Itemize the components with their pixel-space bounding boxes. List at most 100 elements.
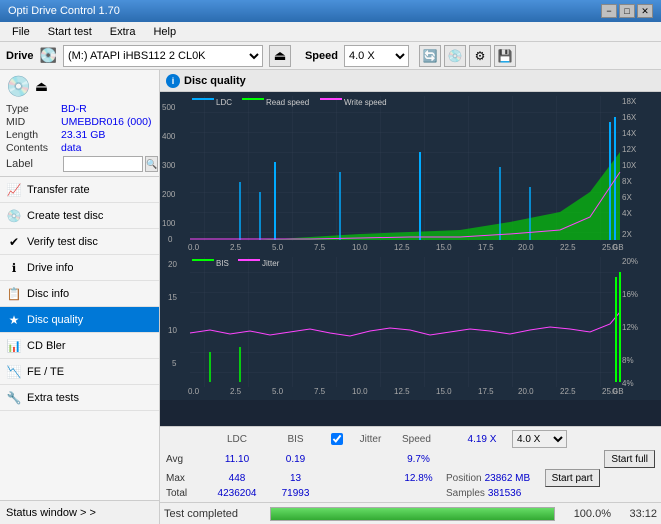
- drive-info-label: Drive info: [27, 262, 73, 274]
- svg-text:7.5: 7.5: [314, 243, 326, 252]
- svg-text:8X: 8X: [622, 177, 632, 186]
- settings-button[interactable]: ⚙: [469, 45, 491, 67]
- sidebar-item-fe-te[interactable]: 📉 FE / TE: [0, 359, 159, 385]
- jitter-col-header: Jitter: [343, 434, 398, 445]
- svg-text:2.5: 2.5: [230, 243, 242, 252]
- eject-button[interactable]: ⏏: [269, 45, 291, 67]
- close-button[interactable]: ✕: [637, 4, 653, 18]
- svg-text:20: 20: [168, 260, 177, 269]
- total-ldc: 4236204: [206, 488, 268, 499]
- drive-icon: 💽: [40, 47, 57, 64]
- label-input[interactable]: [63, 156, 143, 172]
- menu-start-test[interactable]: Start test: [40, 24, 100, 40]
- maximize-button[interactable]: □: [619, 4, 635, 18]
- svg-text:16X: 16X: [622, 113, 637, 122]
- stats-bar: LDC BIS Jitter Speed 4.19 X 4.0 X Avg 11…: [160, 426, 661, 502]
- svg-text:BIS: BIS: [216, 259, 229, 268]
- length-value: 23.31 GB: [61, 129, 105, 141]
- contents-value: data: [61, 142, 81, 154]
- svg-text:12%: 12%: [622, 323, 638, 332]
- speed-dropdown[interactable]: 4.0 X: [512, 430, 567, 448]
- svg-text:0: 0: [168, 235, 173, 244]
- create-test-disc-icon: 💿: [6, 208, 22, 224]
- disc-quality-label: Disc quality: [27, 314, 83, 326]
- save-button[interactable]: 💾: [494, 45, 516, 67]
- speed-select[interactable]: 4.0 X: [344, 45, 409, 67]
- start-part-button[interactable]: Start part: [545, 469, 600, 487]
- max-bis: 13: [268, 473, 323, 484]
- max-label: Max: [166, 473, 206, 484]
- drive-action-icons: 🔄 💿 ⚙ 💾: [419, 45, 516, 67]
- svg-text:5.0: 5.0: [272, 243, 284, 252]
- start-full-button[interactable]: Start full: [604, 450, 655, 468]
- sidebar-item-cd-bler[interactable]: 📊 CD Bler: [0, 333, 159, 359]
- contents-label: Contents: [6, 142, 61, 154]
- svg-text:0.0: 0.0: [188, 243, 200, 252]
- nav-list: 📈 Transfer rate 💿 Create test disc ✔ Ver…: [0, 177, 159, 411]
- svg-text:Write speed: Write speed: [344, 98, 387, 107]
- progress-bar-fill: [271, 508, 554, 520]
- refresh-button[interactable]: 🔄: [419, 45, 441, 67]
- menu-extra[interactable]: Extra: [102, 24, 144, 40]
- jitter-checkbox[interactable]: [331, 433, 343, 445]
- drive-info-icon: ℹ: [6, 260, 22, 276]
- length-label: Length: [6, 129, 61, 141]
- avg-label: Avg: [166, 454, 206, 465]
- svg-text:LDC: LDC: [216, 98, 232, 107]
- minimize-button[interactable]: −: [601, 4, 617, 18]
- disc-image-icon: 💿: [6, 74, 31, 99]
- bis-col-header: BIS: [268, 434, 323, 445]
- fe-te-label: FE / TE: [27, 366, 64, 378]
- mid-value: UMEBDR016 (000): [61, 116, 151, 128]
- sidebar-item-transfer-rate[interactable]: 📈 Transfer rate: [0, 177, 159, 203]
- mid-label: MID: [6, 116, 61, 128]
- drive-select[interactable]: (M:) ATAPI iHBS112 2 CL0K: [63, 45, 263, 67]
- sidebar-item-drive-info[interactable]: ℹ Drive info: [0, 255, 159, 281]
- sidebar-item-extra-tests[interactable]: 🔧 Extra tests: [0, 385, 159, 411]
- disc-eject-btn[interactable]: ⏏: [35, 78, 48, 95]
- cd-bler-icon: 📊: [6, 338, 22, 354]
- disc-info-icon: 📋: [6, 286, 22, 302]
- samples-label: Samples: [446, 488, 485, 499]
- panel-icon: i: [166, 74, 180, 88]
- type-label: Type: [6, 103, 61, 115]
- sidebar-item-create-test-disc[interactable]: 💿 Create test disc: [0, 203, 159, 229]
- disc-button[interactable]: 💿: [444, 45, 466, 67]
- speed-label: Speed: [305, 50, 338, 62]
- menu-help[interactable]: Help: [145, 24, 184, 40]
- svg-text:GB: GB: [612, 387, 624, 396]
- sidebar: 💿 ⏏ Type BD-R MID UMEBDR016 (000) Length…: [0, 70, 160, 524]
- menu-file[interactable]: File: [4, 24, 38, 40]
- sidebar-item-disc-quality[interactable]: ★ Disc quality: [0, 307, 159, 333]
- sidebar-item-disc-info[interactable]: 📋 Disc info: [0, 281, 159, 307]
- svg-text:17.5: 17.5: [478, 243, 494, 252]
- fe-te-icon: 📉: [6, 364, 22, 380]
- status-window-button[interactable]: Status window > >: [0, 500, 159, 524]
- avg-ldc: 11.10: [206, 454, 268, 465]
- elapsed-time: 33:12: [617, 508, 657, 520]
- svg-text:4%: 4%: [622, 379, 634, 388]
- title-bar: Opti Drive Control 1.70 − □ ✕: [0, 0, 661, 22]
- svg-text:20%: 20%: [622, 257, 638, 266]
- progress-pct: 100.0%: [561, 508, 611, 520]
- panel-header: i Disc quality: [160, 70, 661, 92]
- disc-quality-chart: LDC Read speed Write speed 500 400 300 2…: [160, 92, 661, 400]
- extra-tests-icon: 🔧: [6, 390, 22, 406]
- cd-bler-label: CD Bler: [27, 340, 66, 352]
- verify-test-disc-label: Verify test disc: [27, 236, 98, 248]
- disc-quality-icon: ★: [6, 312, 22, 328]
- label-search-button[interactable]: 🔍: [145, 156, 158, 172]
- svg-text:5.0: 5.0: [272, 387, 284, 396]
- svg-text:6X: 6X: [622, 193, 632, 202]
- svg-text:8%: 8%: [622, 356, 634, 365]
- avg-jitter: 9.7%: [391, 454, 446, 465]
- disc-panel: 💿 ⏏ Type BD-R MID UMEBDR016 (000) Length…: [0, 70, 159, 177]
- ldc-col-header: LDC: [206, 434, 268, 445]
- speed-value-header: 4.19 X: [452, 434, 512, 445]
- svg-text:100: 100: [162, 219, 176, 228]
- sidebar-item-verify-test-disc[interactable]: ✔ Verify test disc: [0, 229, 159, 255]
- transfer-rate-icon: 📈: [6, 182, 22, 198]
- svg-text:12.5: 12.5: [394, 243, 410, 252]
- type-value: BD-R: [61, 103, 87, 115]
- svg-text:22.5: 22.5: [560, 243, 576, 252]
